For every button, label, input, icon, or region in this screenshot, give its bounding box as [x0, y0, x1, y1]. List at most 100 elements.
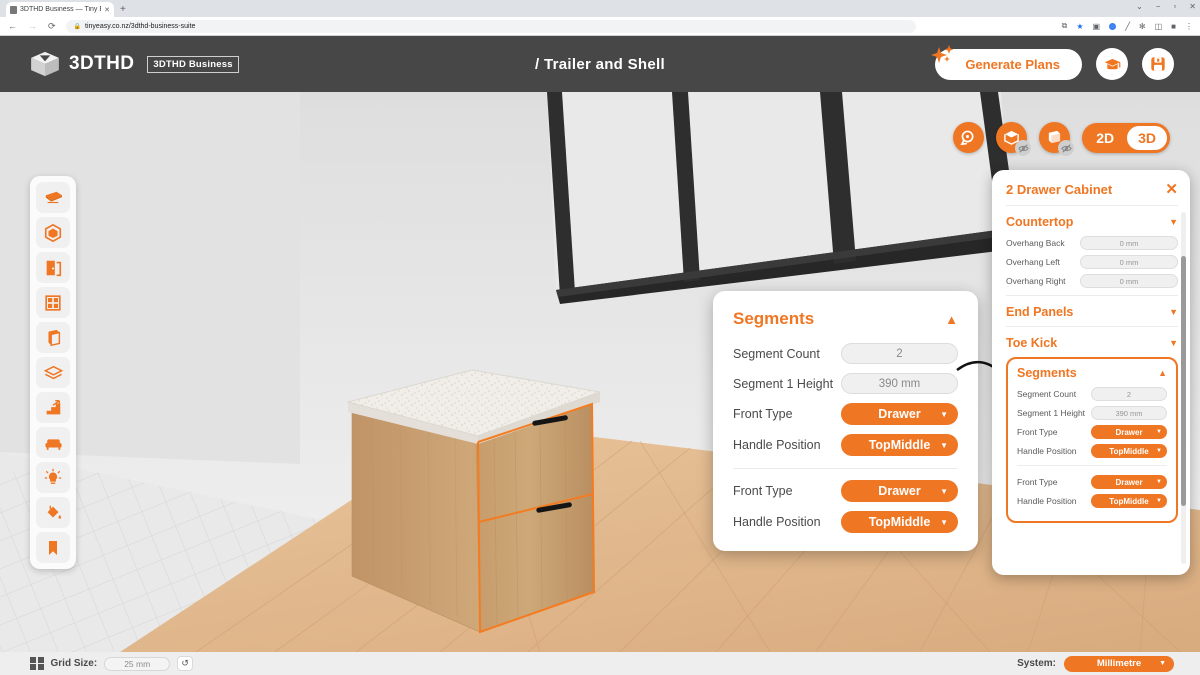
generate-plans-button[interactable]: Generate Plans	[931, 44, 1082, 80]
sidepanel-icon[interactable]: ◫	[1155, 22, 1163, 31]
overhang-back-input[interactable]: 0 mm	[1080, 236, 1178, 250]
close-icon[interactable]: ✕	[1165, 182, 1178, 197]
extensions-icon[interactable]: ✻	[1139, 22, 1146, 31]
overhang-back-row: Overhang Back 0 mm	[1006, 236, 1178, 250]
hide-roof-button[interactable]	[996, 122, 1032, 156]
handle-position-select-2[interactable]: TopMiddle ▼	[841, 511, 958, 533]
panel-rule-3	[1006, 326, 1178, 327]
address-bar[interactable]: 🔒 tinyeasy.co.nz/3dthd-business-suite	[65, 19, 916, 33]
back-icon[interactable]: ←	[8, 21, 17, 31]
sparkle-icon	[931, 44, 954, 63]
system-label: System:	[1017, 658, 1056, 669]
section-toe-kick[interactable]: Toe Kick ▼	[1006, 336, 1178, 350]
stairs-icon	[46, 399, 61, 414]
chevron-up-icon-segments: ▲	[1158, 368, 1167, 378]
section-segments-highlight: Segments ▲ Segment Count 2 Segment 1 Hei…	[1006, 357, 1178, 523]
bookmark-tool-button[interactable]	[36, 532, 70, 563]
chevron-down-icon-rp2: ▼	[1156, 448, 1162, 454]
lightbulb-icon	[44, 468, 62, 484]
chevron-down-icon-countertop: ▼	[1169, 217, 1178, 227]
camera-icon[interactable]: ▣	[1093, 22, 1101, 31]
eye-off-icon-2	[1060, 143, 1072, 153]
segments-popup: Segments ▲ Segment Count 2 Segment 1 Hei…	[713, 291, 978, 551]
system-select[interactable]: Millimetre ▼	[1064, 655, 1174, 672]
layers-icon	[43, 365, 63, 379]
reload-icon[interactable]: ⟳	[48, 21, 56, 31]
view-mode-toggle[interactable]: 2D 3D	[1082, 122, 1170, 153]
rp-front-type-select-1[interactable]: Drawer ▼	[1091, 425, 1167, 439]
panel-scrollbar[interactable]	[1181, 212, 1186, 564]
section-countertop[interactable]: Countertop ▼	[1006, 215, 1178, 229]
wall-tool-button[interactable]	[36, 322, 70, 353]
front-type-value-2: Drawer	[878, 484, 921, 498]
layers-tool-button[interactable]	[36, 357, 70, 388]
grid-reset-button[interactable]: ↺	[177, 656, 194, 671]
window-chevron-icon[interactable]: ⌄	[1136, 2, 1143, 11]
window-tool-button[interactable]	[36, 287, 70, 318]
paint-tool-button[interactable]	[36, 497, 70, 528]
lock-icon: 🔒	[73, 23, 82, 30]
stairs-tool-button[interactable]	[36, 392, 70, 423]
overhang-left-input[interactable]: 0 mm	[1080, 255, 1178, 269]
segment-1-height-input[interactable]: 390 mm	[841, 373, 958, 394]
collapse-caret-icon[interactable]: ▲	[945, 312, 958, 327]
grid-icon	[30, 656, 44, 671]
panel-scrollbar-thumb[interactable]	[1181, 256, 1186, 506]
share-icon[interactable]: ⧉	[1062, 21, 1068, 31]
furniture-tool-button[interactable]	[36, 427, 70, 458]
section-end-panels[interactable]: End Panels ▼	[1006, 305, 1178, 319]
brand-badge: 3DTHD Business	[147, 55, 239, 73]
rp-segment-count-input[interactable]: 2	[1091, 387, 1167, 401]
mode-3d-button[interactable]: 3D	[1127, 125, 1167, 150]
front-type-value-1: Drawer	[878, 407, 921, 421]
window-close-button[interactable]: ✕	[1189, 2, 1196, 11]
account-circle-icon[interactable]	[1109, 22, 1117, 30]
learn-button[interactable]	[1096, 48, 1128, 80]
section-segments[interactable]: Segments ▲	[1017, 366, 1167, 380]
eyedropper-icon[interactable]: ╱	[1125, 22, 1130, 31]
panel-rule-2	[1006, 295, 1178, 296]
url-text: tinyeasy.co.nz/3dthd-business-suite	[85, 22, 196, 30]
rp-segment-1-height-input[interactable]: 390 mm	[1091, 406, 1167, 420]
hide-walls-button[interactable]	[1039, 122, 1075, 156]
front-type-select-2[interactable]: Drawer ▼	[841, 480, 958, 502]
tab-close-icon[interactable]: ✕	[104, 6, 110, 14]
app-root: 3DTHD Business — Tiny Easy - T ✕ + ⌄ − ▫…	[0, 0, 1200, 675]
handle-position-select-1[interactable]: TopMiddle ▼	[841, 434, 958, 456]
door-icon	[46, 260, 62, 276]
wall-panel-tool-icon	[48, 329, 61, 346]
unit-system-group: System: Millimetre ▼	[1017, 655, 1200, 672]
rp-front-type-value-1: Drawer	[1115, 427, 1143, 437]
rp-handle-position-select-2[interactable]: TopMiddle ▼	[1091, 494, 1167, 508]
overhang-right-input[interactable]: 0 mm	[1080, 274, 1178, 288]
system-value: Millimetre	[1096, 658, 1142, 669]
menu-icon[interactable]: ⋮	[1185, 22, 1193, 31]
handle-position-value-1: TopMiddle	[868, 438, 931, 452]
chevron-down-icon-2: ▼	[940, 440, 948, 450]
window-maximize-button[interactable]: ▫	[1173, 2, 1176, 11]
segment-1-height-label: Segment 1 Height	[733, 376, 834, 391]
forward-icon[interactable]: →	[28, 21, 37, 31]
door-tool-button[interactable]	[36, 252, 70, 283]
save-icon	[1151, 57, 1165, 71]
mode-2d-button[interactable]: 2D	[1085, 126, 1125, 150]
measure-tool-button[interactable]	[953, 122, 985, 153]
rp-handle-position-label-1: Handle Position	[1017, 446, 1077, 456]
shell-tool-button[interactable]	[36, 217, 70, 248]
segment-count-input[interactable]: 2	[841, 343, 958, 364]
front-type-select-1[interactable]: Drawer ▼	[841, 403, 958, 425]
shell-box-icon	[44, 223, 62, 242]
window-minimize-button[interactable]: −	[1156, 2, 1161, 11]
trailer-tool-button[interactable]	[36, 182, 70, 213]
grid-size-input[interactable]: 25 mm	[104, 656, 171, 671]
rp-handle-position-label-2: Handle Position	[1017, 496, 1077, 506]
segments-popup-header[interactable]: Segments ▲	[733, 309, 958, 329]
rp-front-type-select-2[interactable]: Drawer ▼	[1091, 475, 1167, 489]
lighting-tool-button[interactable]	[36, 462, 70, 493]
bookmark-star-icon[interactable]: ★	[1076, 22, 1083, 31]
browser-tab[interactable]: 3DTHD Business — Tiny Easy - T ✕	[6, 2, 114, 17]
profile-icon[interactable]: ■	[1171, 22, 1176, 31]
new-tab-button[interactable]: +	[120, 4, 126, 15]
rp-handle-position-select-1[interactable]: TopMiddle ▼	[1091, 444, 1167, 458]
save-button[interactable]	[1142, 48, 1174, 80]
